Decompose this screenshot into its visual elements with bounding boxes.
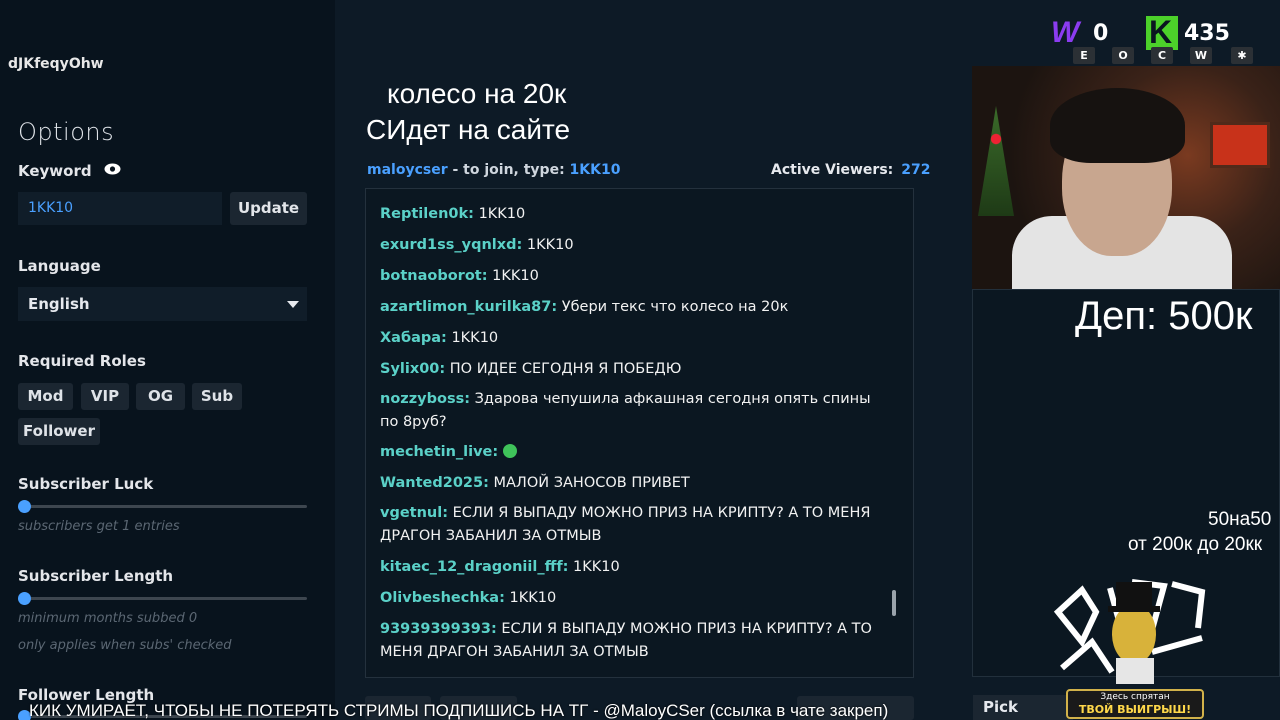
subscriber-length-label: Subscriber Length bbox=[18, 567, 174, 585]
update-button[interactable]: Update bbox=[230, 192, 307, 225]
chat-text: Убери текс что колесо на 20к bbox=[561, 299, 789, 315]
w-count: 0 bbox=[1093, 21, 1109, 46]
kick-badge-icon: K bbox=[1146, 14, 1178, 50]
chat-user: Reptilen0k: bbox=[380, 206, 474, 222]
role-follower-button[interactable]: Follower bbox=[18, 418, 100, 445]
w-badge-icon: W bbox=[1051, 16, 1080, 49]
chat-channel: maloycser bbox=[367, 162, 448, 178]
subscriber-luck-hint: subscribers get 1 entries bbox=[18, 519, 180, 534]
join-code: 1KK10 bbox=[569, 162, 621, 178]
chat-message: vgetnul: ЕСЛИ Я ВЫПАДУ МОЖНО ПРИЗ НА КРИ… bbox=[380, 502, 890, 548]
ticker-text: КИК УМИРАЕТ, ЧТОБЫ НЕ ПОТЕРЯТЬ СТРИМЫ ПО… bbox=[29, 701, 889, 720]
role-mod-button[interactable]: Mod bbox=[18, 383, 73, 410]
chat-text: МАЛОЙ ЗАНОСОВ ПРИВЕТ bbox=[493, 475, 690, 491]
overlay-text-1: колесо на 20к bbox=[387, 78, 567, 109]
slider-knob[interactable] bbox=[18, 592, 31, 605]
chat-message: 93939399393: ЕСЛИ Я ВЫПАДУ МОЖНО ПРИЗ НА… bbox=[380, 618, 890, 664]
chat-user: kitaec_12_dragoniil_fff: bbox=[380, 559, 569, 575]
key-cap: W bbox=[1190, 47, 1212, 64]
chat-user: azartlimon_kurilka87: bbox=[380, 299, 558, 315]
chat-user: exurd1ss_yqnlxd: bbox=[380, 237, 523, 253]
chat-text: 1KK10 bbox=[526, 237, 574, 253]
keyword-input[interactable]: 1KK10 bbox=[18, 192, 222, 225]
chat-message: Reptilen0k: 1KK10 bbox=[380, 203, 890, 226]
eye-icon[interactable] bbox=[104, 163, 121, 175]
keyword-label: Keyword bbox=[18, 162, 92, 180]
required-roles-label: Required Roles bbox=[18, 352, 146, 370]
overlay-text-2: CИдет на сайте bbox=[366, 114, 570, 146]
promo-banner: Здесь спрятан ТВОЙ ВЫИГРЫШ! bbox=[1066, 689, 1204, 719]
options-panel: dJKfeqyOhw Options Keyword 1KK10 Update … bbox=[0, 0, 335, 720]
bet-text: 50на50 bbox=[1208, 509, 1272, 530]
subscriber-length-hint: minimum months subbed 0 bbox=[18, 611, 198, 626]
chat-message: nozzyboss: Здарова чепушила афкашная сег… bbox=[380, 388, 890, 434]
fireplace-image bbox=[1210, 122, 1270, 168]
chat-message: azartlimon_kurilka87: Убери текс что кол… bbox=[380, 296, 890, 319]
chat-text: 1KK10 bbox=[451, 330, 499, 346]
language-value: English bbox=[28, 295, 90, 313]
key-cap: E bbox=[1073, 47, 1095, 64]
language-select[interactable]: English bbox=[18, 287, 307, 321]
join-text: - to join, type: bbox=[447, 162, 570, 178]
subscriber-luck-label: Subscriber Luck bbox=[18, 475, 154, 493]
chat-scrollbar[interactable] bbox=[892, 590, 896, 616]
kick-badge-letter: K bbox=[1149, 14, 1173, 50]
chat-message: Xaбapa: 1KK10 bbox=[380, 327, 890, 350]
chevron-down-icon bbox=[287, 301, 299, 308]
chat-text: 1KK10 bbox=[509, 590, 557, 606]
chat-text: 1KK10 bbox=[492, 268, 539, 284]
key-cap: O bbox=[1112, 47, 1134, 64]
channel-name: dJKfeqyOhw bbox=[8, 56, 104, 72]
key-cap: ✱ bbox=[1231, 47, 1253, 64]
deposit-text: Деп: 500к bbox=[1075, 294, 1253, 338]
viewers-count: 272 bbox=[901, 162, 931, 178]
chat-message: Sylix00: ПО ИДЕЕ СЕГОДНЯ Я ПОБЕДЮ bbox=[380, 358, 890, 381]
range-text: от 200к до 20кк bbox=[1128, 534, 1263, 555]
chat-user: botnaoborot: bbox=[380, 268, 488, 284]
chat-message: Olivbeshechka: 1KK10 bbox=[380, 587, 890, 610]
chat-user: 93939399393: bbox=[380, 621, 497, 637]
active-viewers: Active Viewers: 272 bbox=[771, 162, 931, 178]
webcam-feed bbox=[972, 66, 1280, 296]
chat-user: mechetin_live: bbox=[380, 444, 499, 460]
dragon-money-logo-icon bbox=[1053, 579, 1206, 684]
subscriber-length-hint-2: only applies when subs' checked bbox=[18, 638, 232, 653]
chat-box[interactable]: Reptilen0k: 1KK10 exurd1ss_yqnlxd: 1KK10… bbox=[365, 188, 914, 678]
slider-knob[interactable] bbox=[18, 500, 31, 513]
pick-winner-button[interactable]: Pick Winne bbox=[973, 695, 1073, 720]
streamer-hair bbox=[1050, 88, 1185, 163]
role-sub-button[interactable]: Sub bbox=[192, 383, 242, 410]
christmas-tree-image bbox=[978, 106, 1014, 216]
promo-big-text: ТВОЙ ВЫИГРЫШ! bbox=[1078, 703, 1192, 716]
join-instruction: maloycser - to join, type: 1KK10 bbox=[367, 162, 620, 178]
chat-message: Wanted2025: МАЛОЙ ЗАНОСОВ ПРИВЕТ bbox=[380, 472, 890, 495]
chat-message: kitaec_12_dragoniil_fff: 1KK10 bbox=[380, 556, 890, 579]
chat-message: mechetin_live: bbox=[380, 441, 890, 464]
chat-text: 1KK10 bbox=[478, 206, 526, 222]
subscriber-luck-slider[interactable] bbox=[18, 500, 307, 513]
chat-user: vgetnul: bbox=[380, 505, 449, 521]
chat-text: 1KK10 bbox=[573, 559, 620, 575]
chat-text: ЕСЛИ Я ВЫПАДУ МОЖНО ПРИЗ НА КРИПТУ? А ТО… bbox=[380, 505, 871, 544]
chat-user: Wanted2025: bbox=[380, 475, 489, 491]
chat-user: Olivbeshechka: bbox=[380, 590, 505, 606]
overlay-line-2: Идет на сайте bbox=[386, 114, 571, 145]
chat-message: botnaoborot: 1KK10 bbox=[380, 265, 890, 288]
role-og-button[interactable]: OG bbox=[136, 383, 185, 410]
key-cap: C bbox=[1151, 47, 1173, 64]
viewers-label: Active Viewers: bbox=[771, 162, 894, 178]
overlay-prefix: C bbox=[366, 114, 387, 145]
k-count: 435 bbox=[1184, 21, 1230, 46]
emote-icon bbox=[502, 444, 517, 458]
chat-user: Xaбapa: bbox=[380, 330, 447, 346]
options-title: Options bbox=[18, 118, 115, 146]
chat-text: ПО ИДЕЕ СЕГОДНЯ Я ПОБЕДЮ bbox=[449, 361, 682, 377]
chat-user: nozzyboss: bbox=[380, 391, 471, 407]
chat-message: exurd1ss_yqnlxd: 1KK10 bbox=[380, 234, 890, 257]
promo-small-text: Здесь спрятан bbox=[1100, 692, 1170, 702]
role-vip-button[interactable]: VIP bbox=[81, 383, 129, 410]
chat-user: Sylix00: bbox=[380, 361, 446, 377]
subscriber-length-slider[interactable] bbox=[18, 592, 307, 605]
language-label: Language bbox=[18, 257, 101, 275]
